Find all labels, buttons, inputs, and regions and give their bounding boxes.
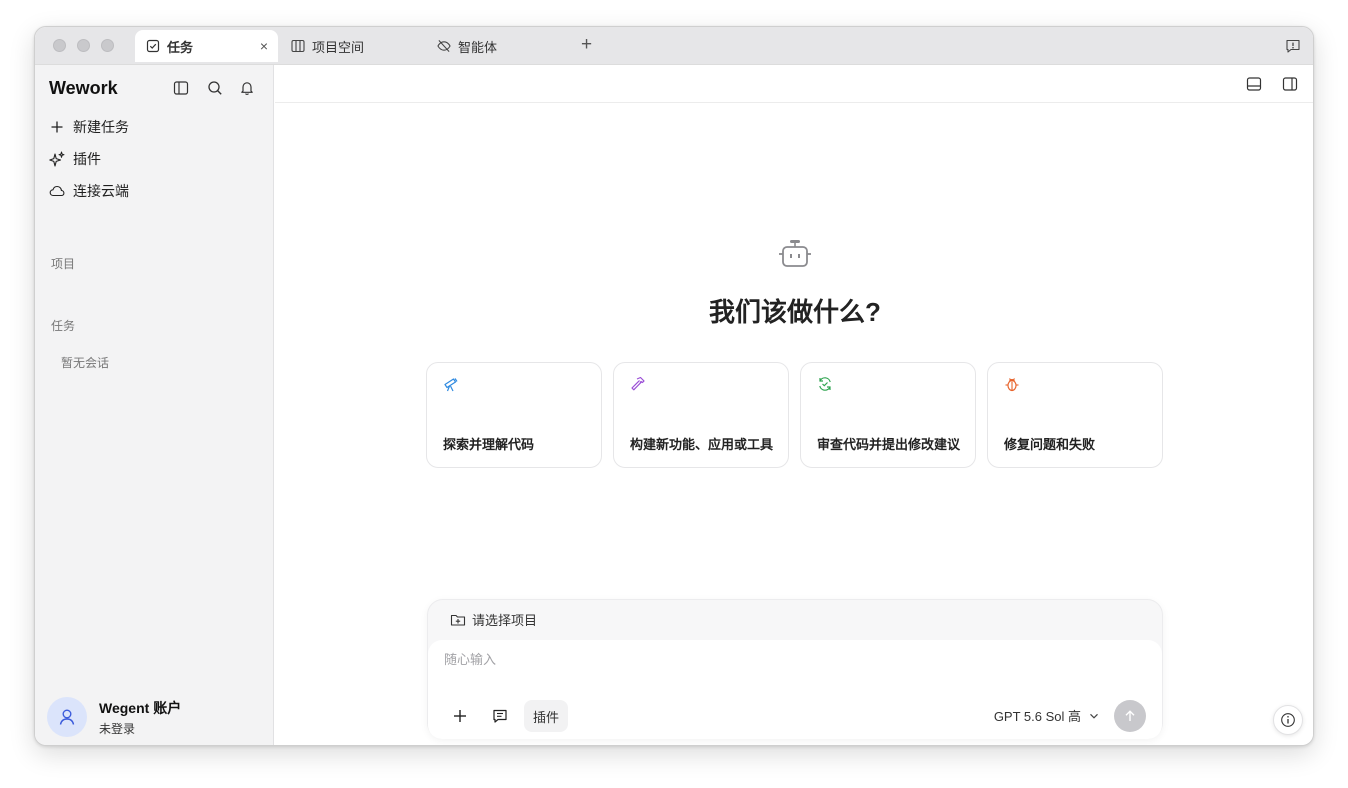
- arrow-up-icon: [1125, 710, 1135, 721]
- sidebar-toggle-icon[interactable]: [173, 80, 189, 96]
- bottom-panel-toggle-icon[interactable]: [1246, 76, 1262, 92]
- search-icon[interactable]: [207, 80, 223, 96]
- send-button[interactable]: [1114, 700, 1146, 732]
- suggestion-card-review[interactable]: 审查代码并提出修改建议: [800, 362, 976, 468]
- composer: 请选择项目 插件 GPT 5.6 Sol 高: [427, 599, 1163, 739]
- tab-project-space[interactable]: 项目空间: [291, 30, 364, 62]
- sidebar-item-label: 新建任务: [73, 119, 129, 135]
- section-label-tasks: 任务: [51, 319, 76, 333]
- refresh-check-icon: [817, 376, 833, 392]
- plus-icon: [49, 119, 65, 135]
- telescope-icon: [443, 376, 459, 392]
- suggestion-card-build[interactable]: 构建新功能、应用或工具: [613, 362, 789, 468]
- empty-tasks-note: 暂无会话: [61, 356, 110, 370]
- message-input[interactable]: [444, 652, 1134, 667]
- sidebar: Wework 新建任务 插件 连接云端 项目 任务 暂无会话 Wegent 账户…: [35, 65, 274, 745]
- sidebar-item-connect-cloud[interactable]: 连接云端: [49, 181, 129, 201]
- account-status: 未登录: [99, 721, 136, 736]
- eye-off-icon: [437, 39, 451, 53]
- chevron-down-icon: [1088, 710, 1100, 722]
- robot-icon: [778, 239, 812, 271]
- suggestion-card-label: 修复问题和失败: [1004, 437, 1096, 452]
- suggestion-card-label: 审查代码并提出修改建议: [817, 437, 961, 452]
- tab-label: 任务: [167, 39, 194, 55]
- suggestion-card-label: 探索并理解代码: [443, 437, 535, 452]
- app-window: 任务 × 项目空间 智能体 + Wework 新建任务 插件 连接云端 项目 任…: [34, 26, 1314, 746]
- project-picker[interactable]: 请选择项目: [450, 610, 537, 629]
- page-title: 我们该做什么?: [709, 297, 881, 327]
- plus-icon: [454, 710, 466, 722]
- feedback-icon[interactable]: [1285, 38, 1301, 54]
- window-minimize-dot[interactable]: [77, 39, 90, 52]
- account-name: Wegent 账户: [99, 699, 182, 716]
- sidebar-item-new-task[interactable]: 新建任务: [49, 117, 129, 137]
- plugin-chip[interactable]: 插件: [524, 700, 569, 732]
- tab-label: 智能体: [458, 39, 498, 55]
- avatar: [47, 697, 87, 737]
- sidebar-item-label: 插件: [73, 151, 101, 167]
- tab-close-button[interactable]: ×: [260, 38, 268, 54]
- bug-icon: [1004, 376, 1020, 392]
- hammer-icon: [630, 376, 646, 392]
- suggestion-card-fix[interactable]: 修复问题和失败: [987, 362, 1163, 468]
- tab-agents[interactable]: 智能体: [437, 30, 497, 62]
- new-tab-button[interactable]: +: [581, 34, 592, 56]
- info-icon: [1281, 713, 1295, 727]
- suggestion-card-label: 构建新功能、应用或工具: [630, 437, 774, 452]
- sidebar-item-plugins[interactable]: 插件: [49, 149, 101, 169]
- sparkle-icon: [49, 151, 65, 167]
- account-menu[interactable]: Wegent 账户 未登录: [47, 697, 181, 737]
- main-toolbar: [275, 65, 1313, 103]
- tab-tasks[interactable]: 任务 ×: [135, 30, 278, 62]
- window-zoom-dot[interactable]: [101, 39, 114, 52]
- model-select[interactable]: GPT 5.6 Sol 高: [994, 706, 1100, 725]
- window-close-dot[interactable]: [53, 39, 66, 52]
- right-panel-toggle-icon[interactable]: [1282, 76, 1298, 92]
- title-bar: 任务 × 项目空间 智能体 +: [35, 27, 1313, 65]
- checkbox-icon: [146, 39, 160, 53]
- sidebar-item-label: 连接云端: [73, 183, 129, 199]
- main-panel: 我们该做什么? 探索并理解代码 构建新功能、应用或工具 审查代码并提出修改建议 …: [275, 65, 1313, 745]
- section-label-projects: 项目: [51, 257, 76, 271]
- user-icon: [59, 709, 75, 725]
- attach-button[interactable]: [450, 706, 470, 726]
- prompt-button[interactable]: [490, 706, 510, 726]
- columns-icon: [291, 39, 305, 53]
- project-picker-label: 请选择项目: [472, 613, 538, 628]
- model-select-value: GPT 5.6 Sol 高: [993, 709, 1081, 724]
- suggestion-card-explore[interactable]: 探索并理解代码: [426, 362, 602, 468]
- app-brand: Wework: [49, 78, 118, 98]
- info-button[interactable]: [1273, 705, 1303, 735]
- folder-plus-icon: [450, 612, 466, 628]
- cloud-icon: [49, 183, 65, 199]
- composer-input-area: 插件 GPT 5.6 Sol 高: [428, 640, 1162, 739]
- tab-label: 项目空间: [312, 39, 365, 55]
- bell-icon[interactable]: [239, 80, 255, 96]
- message-icon: [493, 709, 507, 723]
